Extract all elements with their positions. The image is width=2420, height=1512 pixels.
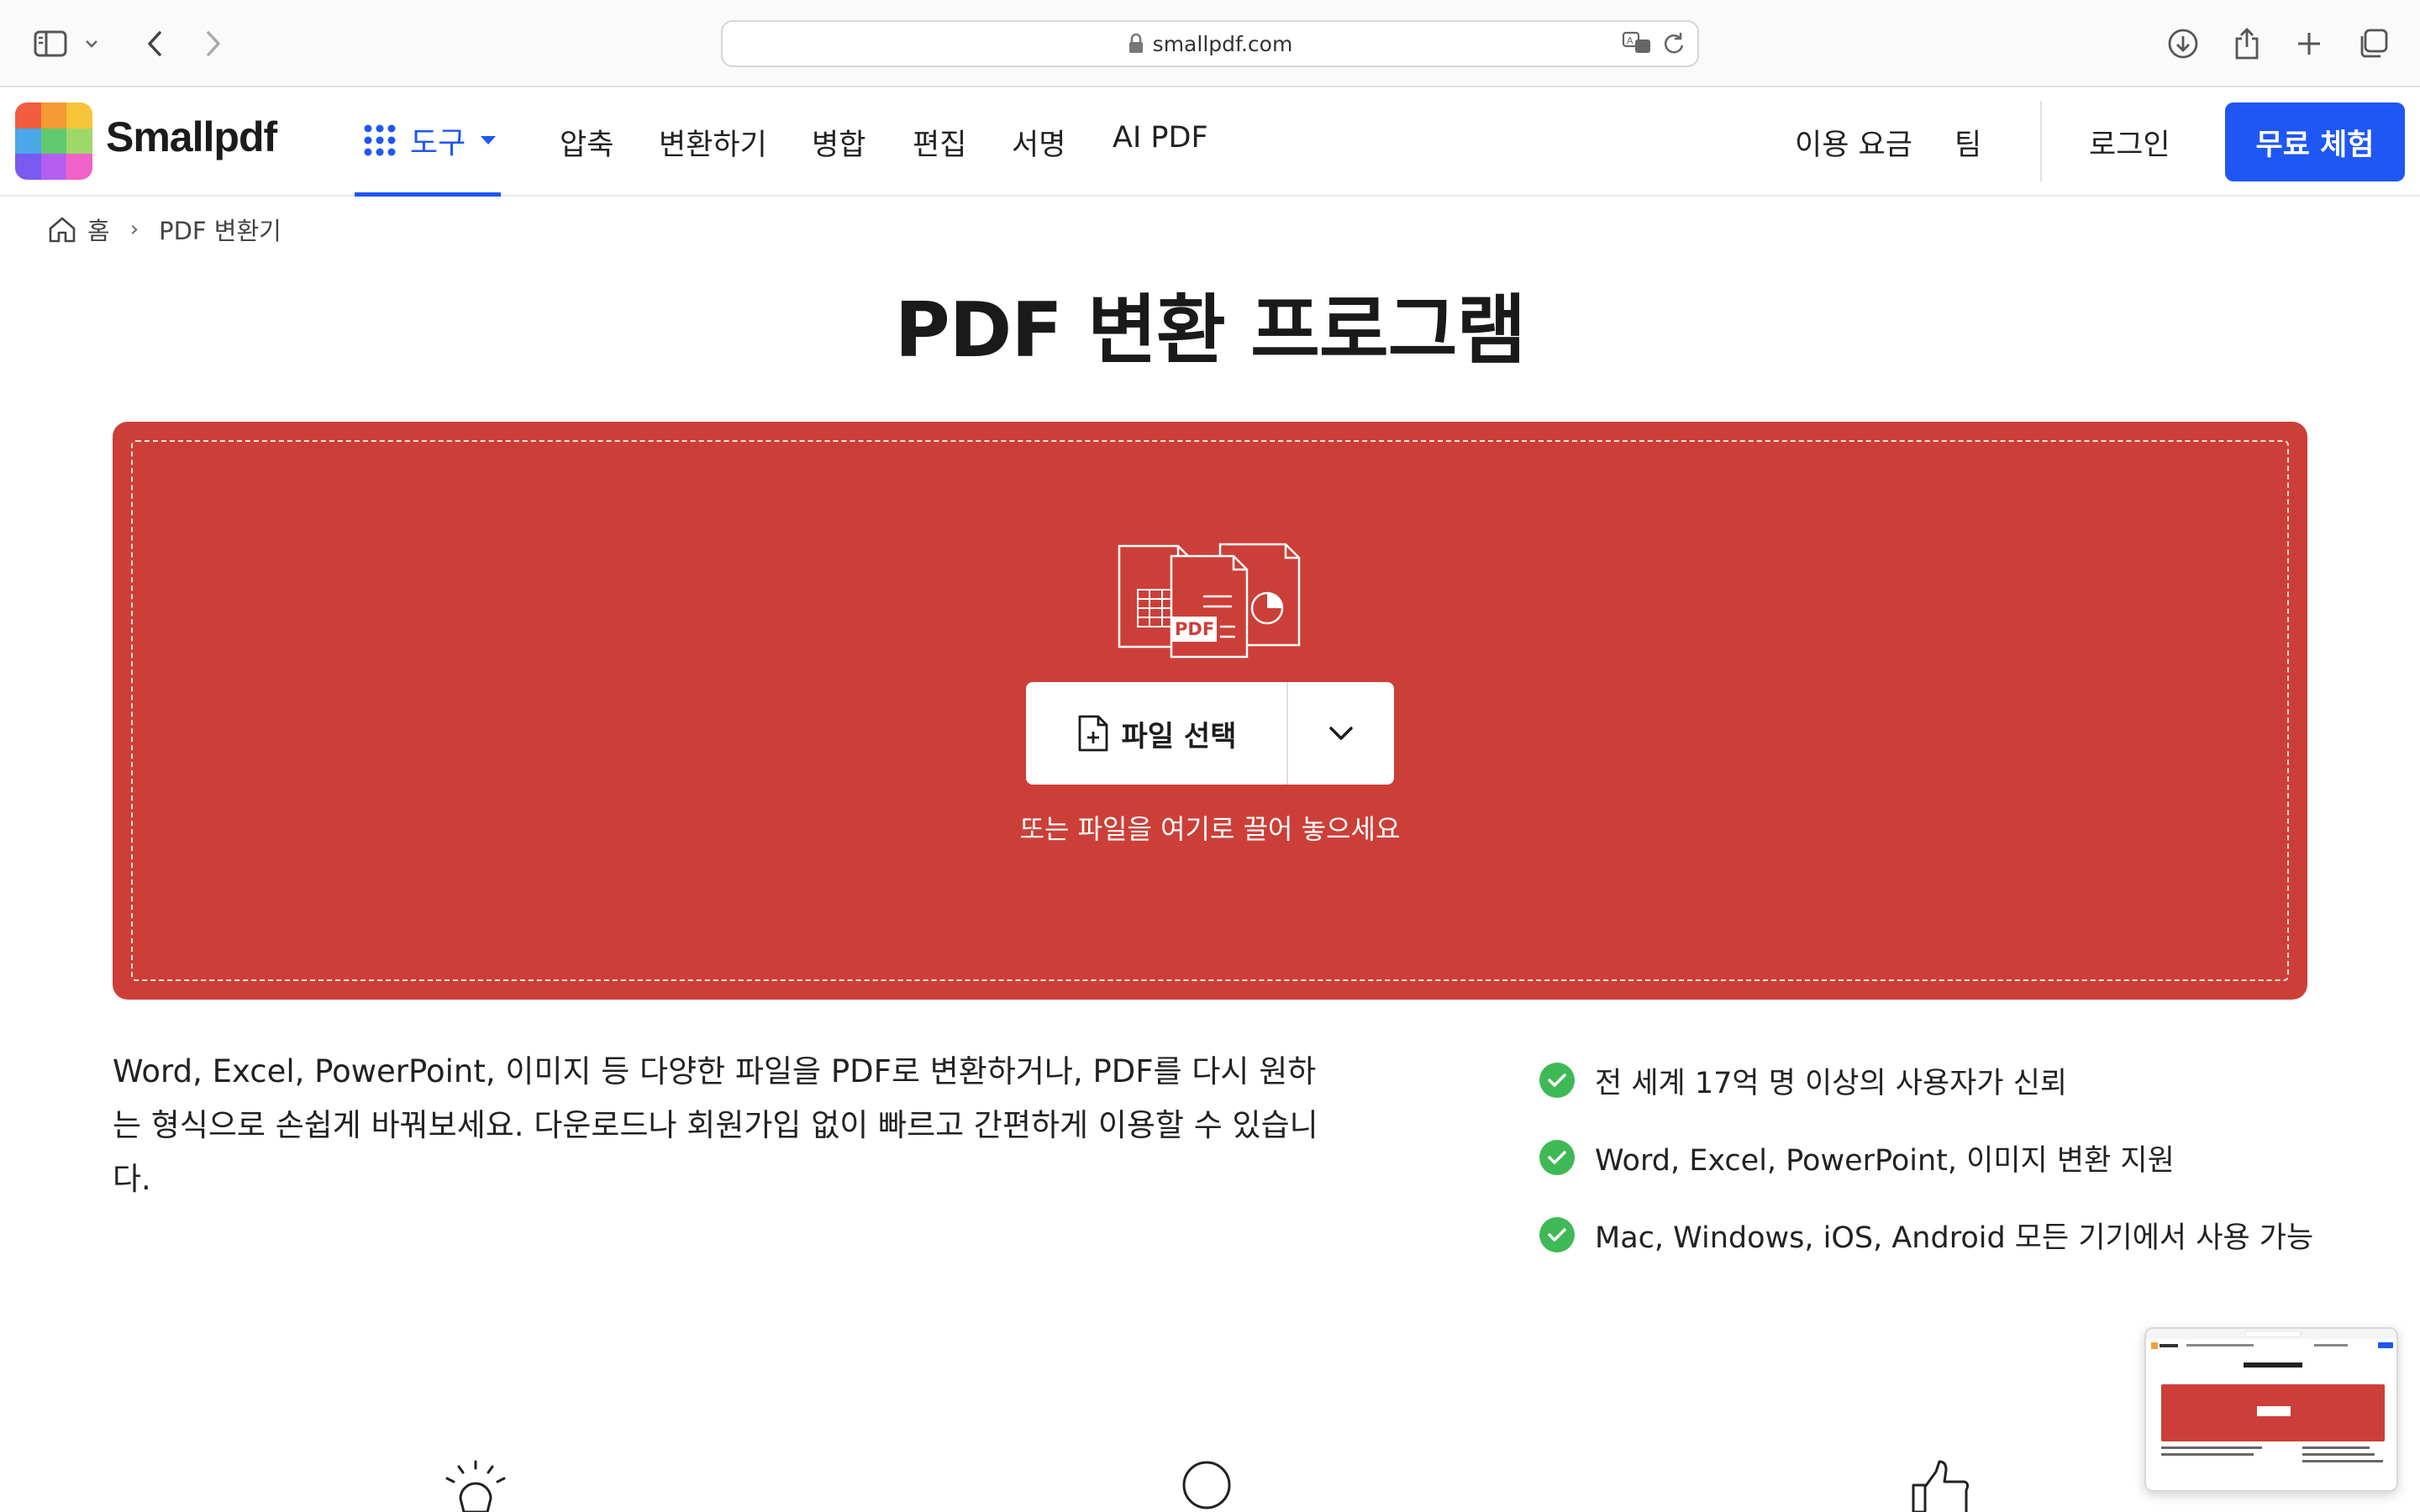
site-navigation: Smallpdf 도구 압축 변환하기 병합 편집 서명 AI PDF 이용 요…: [0, 87, 2420, 197]
user-icon: [1182, 1461, 1231, 1509]
tab-overview-icon[interactable]: [2351, 22, 2395, 66]
nav-divider: [2040, 101, 2042, 181]
download-icon[interactable]: [2161, 22, 2205, 66]
drop-hint-text: 또는 파일을 여기로 끌어 놓으세요: [1019, 813, 1401, 845]
choose-file-button[interactable]: 파일 선택: [1026, 682, 1288, 785]
feature-item: Word, Excel, PowerPoint, 이미지 변환 지원: [1539, 1119, 2313, 1196]
browser-toolbar: smallpdf.com A: [0, 0, 2420, 87]
brand-name[interactable]: Smallpdf: [106, 113, 277, 161]
feature-text: 전 세계 17억 명 이상의 사용자가 신뢰: [1595, 1066, 2068, 1100]
nav-link-merge[interactable]: 병합: [812, 121, 865, 164]
check-circle-icon: [1539, 1063, 1575, 1098]
file-source-dropdown[interactable]: [1288, 682, 1394, 785]
caret-down-icon: [481, 135, 497, 144]
page-thumbnail-preview[interactable]: [2144, 1327, 2398, 1492]
svg-text:A: A: [1627, 35, 1634, 46]
page-title: PDF 변환 프로그램: [894, 286, 1527, 375]
thumbs-up-icon: [1912, 1460, 1970, 1512]
login-link[interactable]: 로그인: [2089, 121, 2170, 164]
feature-text: Word, Excel, PowerPoint, 이미지 변환 지원: [1595, 1143, 2175, 1178]
sidebar-toggle-icon[interactable]: [29, 22, 72, 66]
breadcrumb-current: PDF 변환기: [159, 217, 281, 245]
nav-link-sign[interactable]: 서명: [1012, 121, 1065, 164]
feature-text: Mac, Windows, iOS, Android 모든 기기에서 사용 가능: [1595, 1221, 2314, 1255]
feature-item: 전 세계 17억 명 이상의 사용자가 신뢰: [1539, 1042, 2313, 1119]
tools-label: 도구: [410, 125, 466, 160]
breadcrumb-home[interactable]: 홈: [87, 212, 110, 247]
tools-menu-button[interactable]: 도구: [355, 87, 501, 197]
page-description: Word, Excel, PowerPoint, 이미지 등 다양한 파일을 P…: [113, 1053, 1318, 1197]
nav-link-convert[interactable]: 변환하기: [659, 121, 767, 164]
choose-file-label: 파일 선택: [1121, 719, 1237, 753]
file-select-group: 파일 선택: [1026, 682, 1394, 785]
translate-icon[interactable]: A: [1622, 30, 1654, 55]
nav-link-ai-pdf[interactable]: AI PDF: [1113, 121, 1208, 155]
lightbulb-icon: [445, 1460, 506, 1512]
lock-icon: [1128, 33, 1143, 53]
nav-link-edit[interactable]: 편집: [913, 121, 966, 164]
breadcrumb-separator: ›: [129, 217, 139, 242]
url-text: smallpdf.com: [1152, 31, 1293, 56]
file-conversion-illustration-icon: PDF: [1118, 543, 1301, 659]
check-circle-icon: [1539, 1217, 1575, 1252]
new-tab-icon[interactable]: [2287, 22, 2331, 66]
feature-item: Mac, Windows, iOS, Android 모든 기기에서 사용 가능: [1539, 1196, 2313, 1273]
nav-link-pricing[interactable]: 이용 요금: [1795, 121, 1912, 164]
home-icon[interactable]: [47, 215, 77, 244]
chevron-down-icon[interactable]: [77, 22, 106, 66]
back-icon[interactable]: [133, 22, 176, 66]
share-icon[interactable]: [2225, 22, 2269, 66]
grid-icon: [364, 124, 396, 155]
chevron-down-icon: [1329, 727, 1353, 740]
address-bar[interactable]: smallpdf.com A: [721, 20, 1699, 67]
illustration-label: PDF: [1175, 619, 1214, 639]
nav-link-team[interactable]: 팀: [1954, 121, 1981, 164]
feature-list: 전 세계 17억 명 이상의 사용자가 신뢰 Word, Excel, Powe…: [1539, 1042, 2313, 1273]
breadcrumb: 홈 › PDF 변환기: [47, 212, 281, 247]
reload-icon[interactable]: [1662, 30, 1686, 55]
check-circle-icon: [1539, 1140, 1575, 1175]
file-dropzone[interactable]: PDF 파일 선택 또는 파일을 여기로 끌어 놓으세요: [113, 422, 2307, 1000]
smallpdf-logo-icon[interactable]: [15, 102, 92, 180]
forward-icon[interactable]: [192, 22, 235, 66]
nav-link-compress[interactable]: 압축: [560, 121, 613, 164]
free-trial-button[interactable]: 무료 체험: [2225, 102, 2405, 181]
add-file-icon: [1078, 715, 1107, 752]
